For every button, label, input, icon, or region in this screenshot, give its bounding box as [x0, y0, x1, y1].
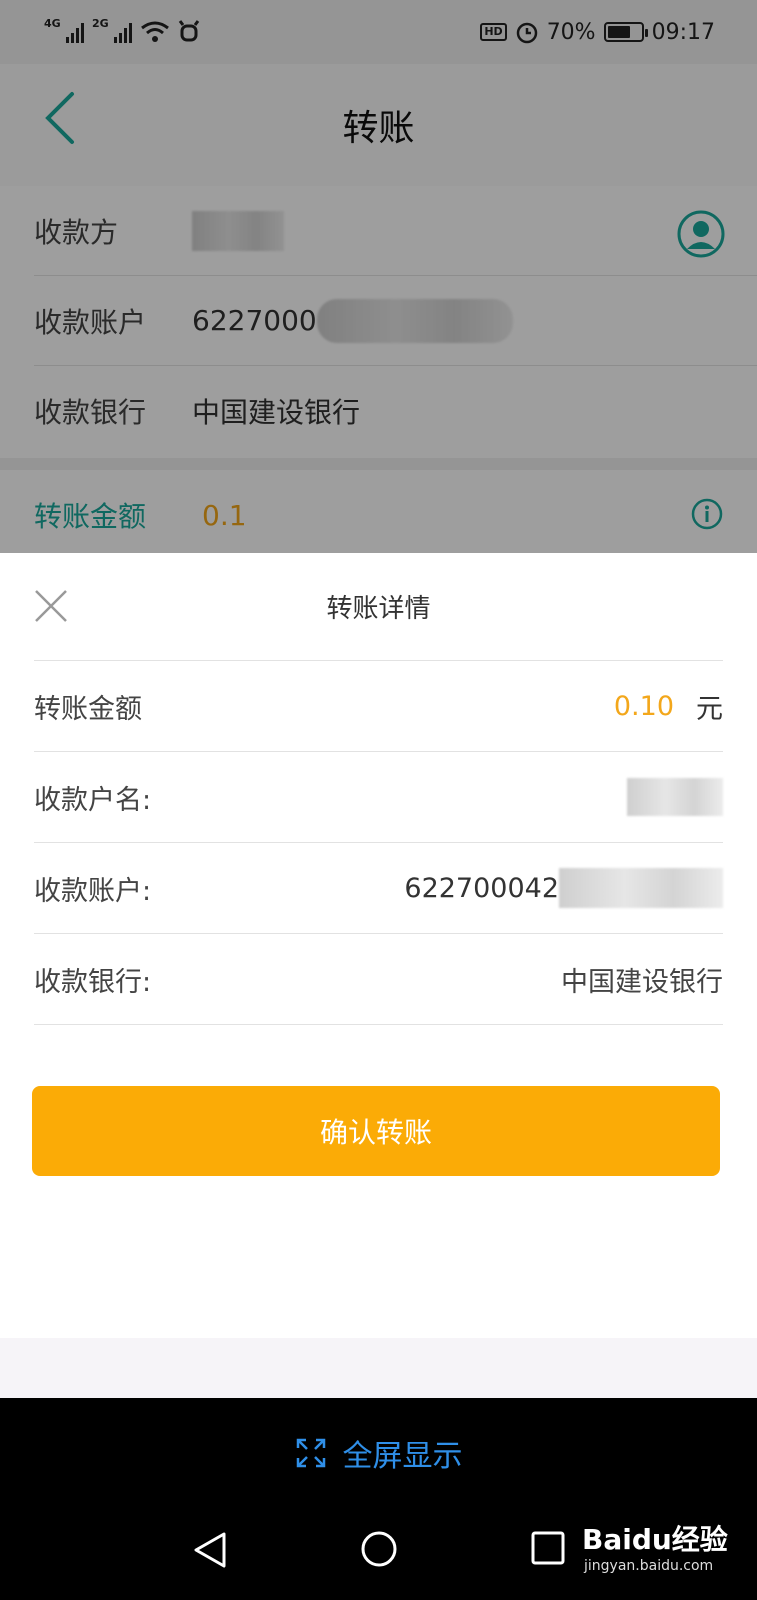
detail-account-row: 收款账户: 622700042	[34, 842, 723, 933]
detail-bank-label: 收款银行:	[34, 966, 152, 998]
detail-name-masked	[627, 778, 723, 816]
detail-account-value: 622700042	[404, 872, 559, 904]
sheet-header: 转账详情	[0, 553, 757, 660]
detail-bank-row: 收款银行: 中国建设银行	[34, 933, 723, 1024]
detail-amount-row: 转账金额 0.10 元	[34, 660, 723, 751]
watermark-brand: Baidu经验	[582, 1523, 728, 1556]
fullscreen-toggle[interactable]: 全屏显示	[0, 1408, 757, 1498]
close-icon[interactable]	[34, 589, 68, 623]
transfer-details-sheet: 转账详情 转账金额 0.10 元 收款户名: 收款账户: 622700042 收…	[0, 553, 757, 1398]
detail-account-masked	[559, 868, 723, 908]
background-page: 4G 2G HD 70% 09:17 转账 收款方 收款账户 6227000 收…	[0, 0, 757, 553]
detail-name-row: 收款户名:	[34, 751, 723, 842]
confirm-transfer-button[interactable]: 确认转账	[32, 1086, 720, 1176]
detail-name-label: 收款户名:	[34, 784, 152, 816]
sheet-title: 转账详情	[326, 594, 431, 624]
detail-amount-label: 转账金额	[34, 693, 142, 725]
nav-home-icon[interactable]	[360, 1530, 398, 1568]
system-nav-bar: Baidu经验 jingyan.baidu.com	[0, 1500, 757, 1600]
watermark: Baidu经验 jingyan.baidu.com	[582, 1518, 728, 1574]
divider	[34, 1024, 723, 1025]
nav-recent-icon[interactable]	[531, 1531, 565, 1565]
sheet-footer	[0, 1338, 757, 1398]
detail-amount-unit: 元	[696, 693, 723, 725]
fullscreen-icon	[296, 1438, 325, 1468]
detail-bank-value: 中国建设银行	[561, 966, 723, 998]
watermark-url: jingyan.baidu.com	[584, 1558, 714, 1574]
fullscreen-label: 全屏显示	[342, 1439, 463, 1474]
modal-overlay[interactable]	[0, 0, 757, 553]
detail-account-label: 收款账户:	[34, 875, 152, 907]
detail-amount-value: 0.10	[613, 690, 674, 722]
nav-back-icon[interactable]	[192, 1530, 228, 1570]
